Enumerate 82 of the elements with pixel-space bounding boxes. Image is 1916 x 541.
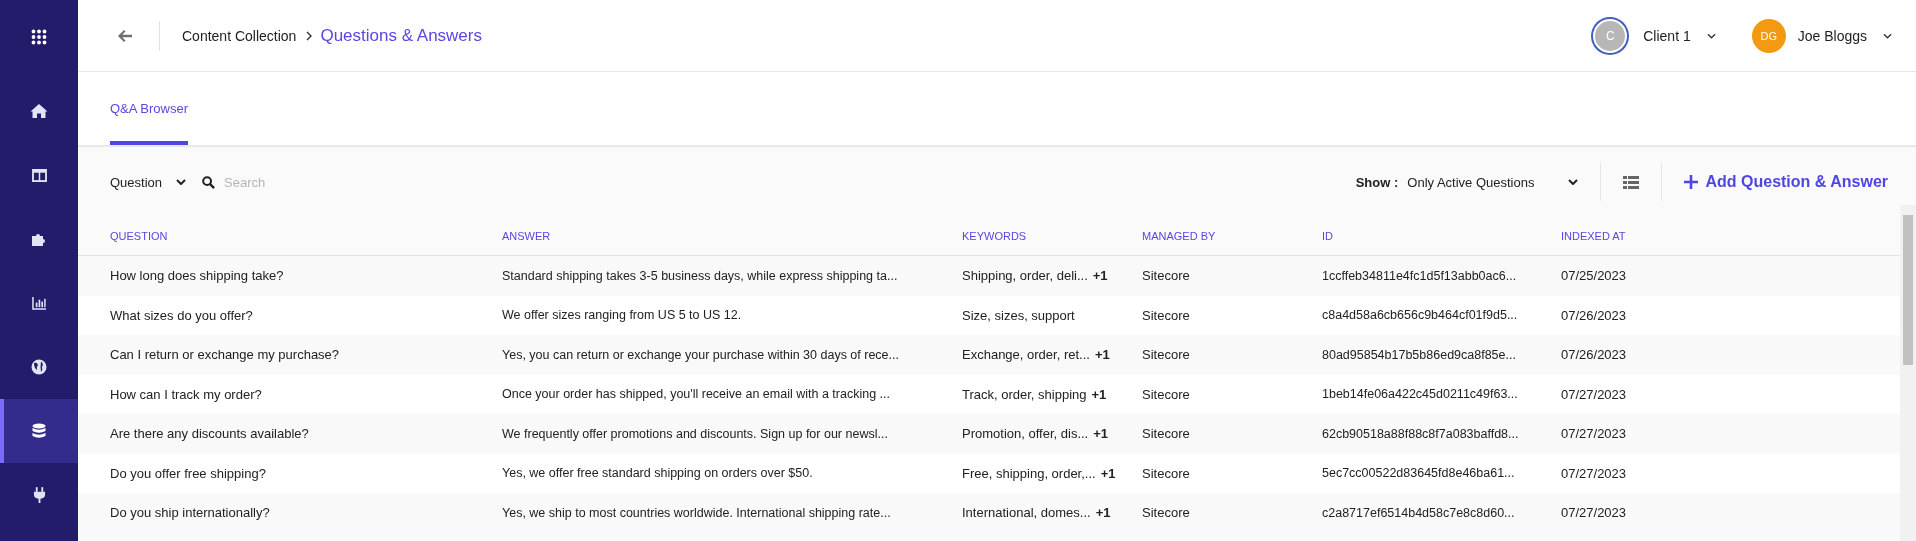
question-heading[interactable]: QUESTION [110,230,168,242]
table-cell: Do you ship internationally? [110,505,270,521]
more-keywords-count: +1 [1093,426,1109,442]
keywords-cell: International, domes... [962,505,1091,521]
keywords-cell: Shipping, order, deli... [962,268,1088,284]
table-cell: Can I return or exchange my purchase? [110,347,340,363]
table-cell: Sitecore [1142,386,1190,402]
apps-grid-icon[interactable] [31,29,47,45]
table-cell: Sitecore [1142,426,1190,442]
sidebar-item[interactable] [0,399,78,463]
table-cell: We frequently offer promotions and discounts. Sign up for our newsl... [502,426,888,441]
table-cell: 62cb90518a88f88c8f7a083baffd8... [1322,426,1519,441]
back-arrow-icon[interactable] [118,29,132,42]
more-keywords-count: +1 [1095,505,1111,521]
puzzle-icon [31,231,47,247]
keywords-cell: Track, order, shipping [962,386,1087,402]
search-icon [202,175,216,189]
table-cell: Yes, we offer free standard shipping on orders over $50. [502,466,813,481]
table-cell: Standard shipping takes 3-5 business days, while express shipping ta... [502,268,898,283]
home-icon [30,103,48,119]
chevron-down-icon [176,179,187,185]
database-icon [32,423,46,439]
table-cell: We offer sizes ranging from US 5 to US 12. [502,308,742,323]
user-name[interactable]: Joe Bloggs [1797,27,1867,44]
table-cell: 07/26/2023 [1561,347,1627,363]
table-cell: 1beb14fe06a422c45d0211c49f63... [1322,387,1518,402]
table-cell: Sitecore [1142,347,1190,363]
table-cell: Sitecore [1142,505,1190,521]
client-name[interactable]: Client 1 [1643,27,1691,44]
add-question-button[interactable]: Add Question & Answer [1684,169,1888,195]
keywords-cell: Size, sizes, support [962,307,1075,323]
globe-icon [31,359,47,375]
table-cell: Are there any discounts available? [110,426,309,442]
keywords-heading[interactable]: KEYWORDS [962,230,1027,242]
bar-chart-icon [31,296,47,310]
indexed-at-heading[interactable]: INDEXED AT [1561,230,1626,242]
answer-heading[interactable]: ANSWER [502,230,551,242]
table-cell: 1ccffeb34811e4fc1d5f13abb0ac6... [1322,268,1517,283]
table-cell: How can I track my order? [110,386,262,402]
more-keywords-count: +1 [1091,386,1107,402]
table-cell: Sitecore [1142,307,1190,323]
chevron-down-icon [1568,179,1579,185]
search-field[interactable]: Search [224,174,385,190]
page-title: Questions & Answers [320,25,482,46]
more-keywords-count: +1 [1092,268,1108,284]
filter-dropdown[interactable]: Question [110,174,187,190]
table-cell: 07/25/2023 [1561,268,1627,284]
table-cell: 07/27/2023 [1561,386,1627,402]
scrollbar[interactable] [1900,205,1916,541]
chevron-down-icon[interactable] [1883,32,1892,39]
list-view-icon[interactable] [1623,175,1640,189]
table-cell: Do you offer free shipping? [110,465,266,481]
table-cell: What sizes do you offer? [110,307,253,323]
table-cell: How long does shipping take? [110,268,284,284]
table-cell: 5ec7cc00522d83645fd8e46ba61... [1322,466,1515,481]
chevron-down-icon[interactable] [1706,32,1716,39]
show-dropdown[interactable]: Only Active Questions [1407,174,1579,190]
plug-icon [32,486,46,504]
table-cell: Once your order has shipped, you'll receive an email with a tracking ... [502,387,890,402]
table-cell: 07/26/2023 [1561,307,1627,323]
chevron-right-icon [306,30,313,41]
table-cell: Yes, you can return or exchange your purchase within 30 days of rece... [502,347,899,362]
table-cell: c8a4d58a6cb656c9b464cf01f9d5... [1322,308,1518,323]
plus-icon [1684,175,1699,189]
table-cell: 07/27/2023 [1561,465,1627,481]
id-heading[interactable]: ID [1322,230,1333,242]
keywords-cell: Exchange, order, ret... [962,347,1090,363]
keywords-cell: Free, shipping, order,... [962,465,1096,481]
table-cell: 07/27/2023 [1561,505,1627,521]
table-cell: c2a8717ef6514b4d58c7e8c8d60... [1322,505,1515,520]
panel-layout-icon [31,168,47,182]
more-keywords-count: +1 [1100,465,1116,481]
table-cell: 07/27/2023 [1561,426,1627,442]
table-cell: Sitecore [1142,465,1190,481]
more-keywords-count: +1 [1094,347,1110,363]
table-cell: 80ad95854b17b5b86ed9ca8f85e... [1322,347,1516,362]
managed-by-heading[interactable]: MANAGED BY [1142,230,1216,242]
show-label: Show : [1355,174,1399,190]
breadcrumb-link[interactable]: Content Collection [182,27,297,44]
table-cell: Yes, we ship to most countries worldwide. International shipping rate... [502,505,891,520]
table-cell: Sitecore [1142,268,1190,284]
keywords-cell: Promotion, offer, dis... [962,426,1089,442]
